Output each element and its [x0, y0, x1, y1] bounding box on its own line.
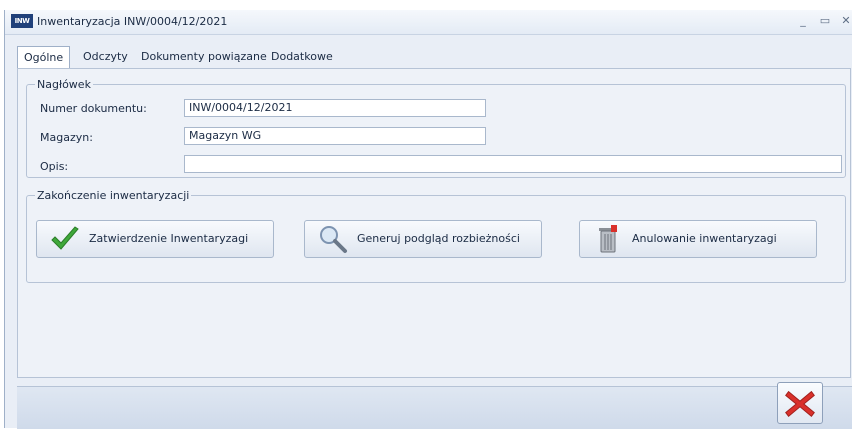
maximize-button[interactable]: ▭	[817, 13, 833, 29]
bottom-bar	[17, 386, 852, 429]
generate-preview-label: Generuj podgląd rozbieżności	[357, 232, 520, 245]
approve-inventory-label: Zatwierdzenie Inwentaryzagi	[89, 232, 249, 245]
title-bar: INW Inwentaryzacja INW/0004/12/2021 _ ▭ …	[5, 10, 852, 35]
tab-dokumenty-powiazane[interactable]: Dokumenty powiązane	[135, 46, 273, 68]
tab-ogolne[interactable]: Ogólne	[17, 46, 71, 69]
check-icon	[51, 226, 79, 250]
tab-dodatkowe[interactable]: Dodatkowe	[265, 46, 339, 68]
trash-icon	[599, 225, 617, 253]
header-group-legend: Nagłówek	[37, 78, 91, 91]
generate-preview-button[interactable]: Generuj podgląd rozbieżności	[304, 220, 542, 258]
tab-odczyty[interactable]: Odczyty	[77, 46, 134, 68]
close-window-button[interactable]: ✕	[838, 13, 852, 29]
cancel-inventory-button[interactable]: Anulowanie inwentaryzagi	[579, 220, 817, 258]
approve-inventory-button[interactable]: Zatwierdzenie Inwentaryzagi	[36, 220, 274, 258]
cancel-inventory-label: Anulowanie inwentaryzagi	[632, 232, 777, 245]
description-field[interactable]	[184, 155, 842, 173]
document-number-field[interactable]: INW/0004/12/2021	[184, 99, 486, 117]
close-dialog-button[interactable]	[777, 382, 823, 424]
warehouse-field[interactable]: Magazyn WG	[184, 127, 486, 145]
window-title: Inwentaryzacja INW/0004/12/2021	[37, 15, 228, 28]
warehouse-label: Magazyn:	[40, 131, 93, 144]
description-label: Opis:	[40, 160, 69, 173]
minimize-button[interactable]: _	[795, 13, 811, 29]
dialog-window: INW Inwentaryzacja INW/0004/12/2021 _ ▭ …	[4, 10, 852, 429]
app-icon: INW	[11, 14, 33, 28]
red-x-icon	[785, 390, 815, 418]
finish-inventory-legend: Zakończenie inwentaryzacji	[37, 189, 190, 202]
tab-panel-ogolne: Nagłówek Numer dokumentu: INW/0004/12/20…	[17, 68, 851, 378]
document-number-label: Numer dokumentu:	[40, 102, 147, 115]
magnifier-icon	[320, 226, 347, 253]
